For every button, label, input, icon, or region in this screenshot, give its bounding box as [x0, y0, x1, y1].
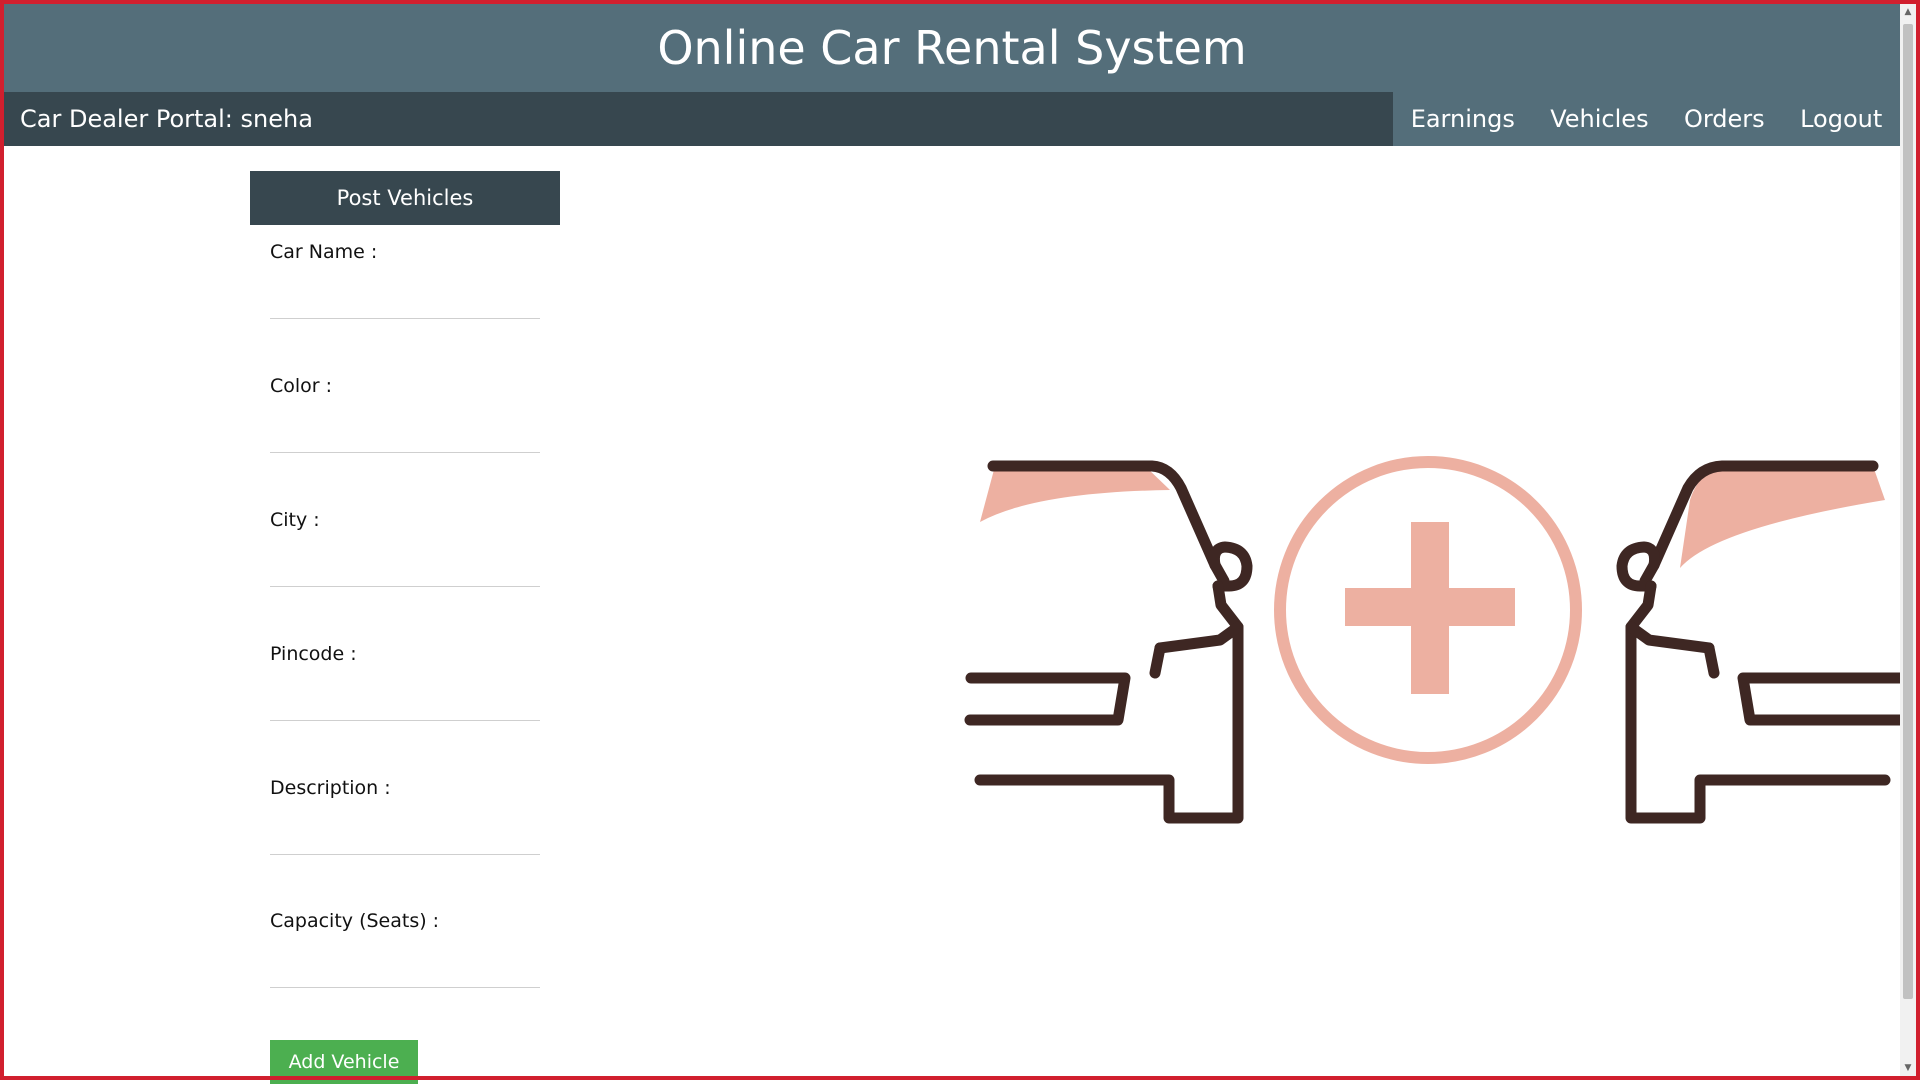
add-vehicle-button[interactable]: Add Vehicle: [270, 1040, 418, 1084]
app-title: Online Car Rental System: [657, 21, 1247, 75]
car-name-field: Car Name :: [270, 239, 540, 319]
scroll-down-icon[interactable]: ▼: [1900, 1060, 1916, 1076]
page-scrollbar[interactable]: ▲ ▼: [1900, 4, 1916, 1076]
navbar: Car Dealer Portal: sneha Earnings Vehicl…: [4, 92, 1900, 146]
color-label: Color :: [270, 375, 333, 397]
color-field: Color :: [270, 373, 540, 453]
car-name-label: Car Name :: [270, 241, 378, 263]
scroll-up-icon[interactable]: ▲: [1900, 4, 1916, 20]
nav-earnings-link[interactable]: Earnings: [1411, 92, 1515, 146]
car-name-input[interactable]: [270, 283, 540, 319]
capacity-input[interactable]: [270, 952, 540, 988]
description-label: Description :: [270, 777, 391, 799]
nav-links: Earnings Vehicles Orders Logout: [1393, 92, 1900, 146]
form-title: Post Vehicles: [250, 171, 560, 225]
city-field: City :: [270, 507, 540, 587]
city-input[interactable]: [270, 551, 540, 587]
description-field: Description :: [270, 775, 540, 855]
capacity-field: Capacity (Seats) :: [270, 908, 540, 988]
nav-orders-link[interactable]: Orders: [1684, 92, 1765, 146]
app-header: Online Car Rental System: [4, 4, 1900, 92]
add-car-icon: [964, 456, 1905, 824]
capacity-label: Capacity (Seats) :: [270, 910, 440, 932]
city-label: City :: [270, 509, 320, 531]
description-input[interactable]: [270, 819, 540, 855]
color-input[interactable]: [270, 417, 540, 453]
scrollbar-thumb[interactable]: [1903, 24, 1913, 999]
pincode-input[interactable]: [270, 685, 540, 721]
nav-vehicles-link[interactable]: Vehicles: [1550, 92, 1648, 146]
pincode-label: Pincode :: [270, 643, 357, 665]
portal-label: Car Dealer Portal: sneha: [20, 105, 313, 133]
pincode-field: Pincode :: [270, 641, 540, 721]
nav-logout-link[interactable]: Logout: [1800, 92, 1882, 146]
